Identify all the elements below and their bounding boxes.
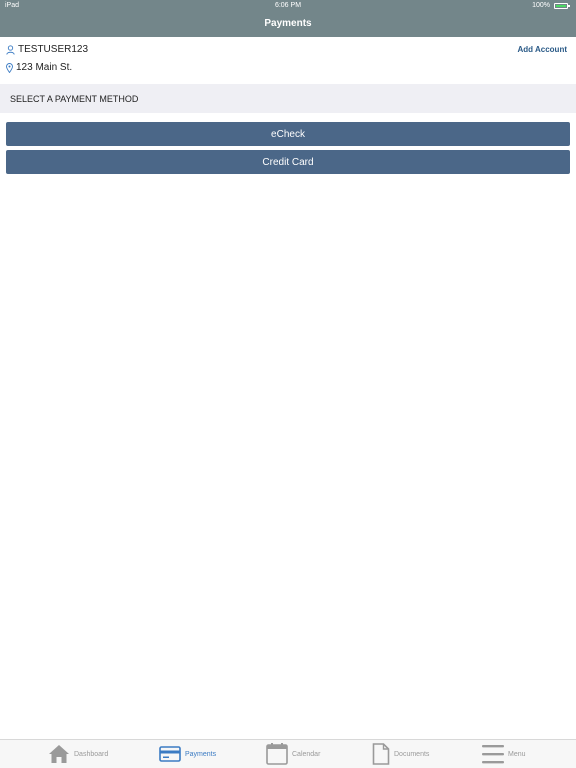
- account-address: 123 Main St.: [16, 62, 73, 73]
- account-username: TESTUSER123: [18, 44, 89, 55]
- credit-card-button[interactable]: Credit Card: [6, 150, 570, 174]
- battery-icon: [554, 3, 570, 9]
- tab-calendar[interactable]: Calendar: [266, 740, 320, 768]
- account-user-row: TESTUSER123: [6, 44, 88, 55]
- location-pin-icon: [6, 62, 13, 73]
- section-header-label: SELECT A PAYMENT METHOD: [10, 94, 139, 104]
- home-icon: [49, 745, 69, 763]
- menu-icon: [482, 745, 504, 764]
- tab-documents-label: Documents: [394, 750, 430, 758]
- document-icon: [372, 743, 390, 765]
- tab-calendar-label: Calendar: [292, 750, 321, 758]
- nav-bar: Payments: [0, 12, 576, 37]
- echeck-button[interactable]: eCheck: [6, 122, 570, 146]
- tab-menu[interactable]: Menu: [482, 740, 526, 768]
- tab-payments-label: Payments: [185, 750, 217, 758]
- tab-bar: Dashboard Payments Calendar Documents Me…: [0, 739, 576, 768]
- tab-documents[interactable]: Documents: [372, 740, 429, 768]
- tab-dashboard-label: Dashboard: [74, 750, 109, 758]
- battery-percent: 100%: [532, 2, 550, 9]
- add-account-link[interactable]: Add Account: [518, 45, 567, 54]
- section-header: SELECT A PAYMENT METHOD: [0, 84, 576, 113]
- page-title: Payments: [264, 18, 312, 29]
- tab-payments[interactable]: Payments: [159, 740, 216, 768]
- account-address-row: 123 Main St.: [6, 62, 72, 73]
- calendar-icon: [266, 743, 288, 765]
- card-icon: [159, 746, 181, 762]
- account-info: TESTUSER123 123 Main St. Add Account: [0, 37, 576, 84]
- status-time: 6:06 PM: [274, 2, 302, 9]
- tab-dashboard[interactable]: Dashboard: [48, 740, 108, 768]
- status-bar: iPad 6:06 PM 100%: [0, 0, 576, 12]
- user-icon: [6, 44, 15, 55]
- tab-menu-label: Menu: [508, 750, 526, 758]
